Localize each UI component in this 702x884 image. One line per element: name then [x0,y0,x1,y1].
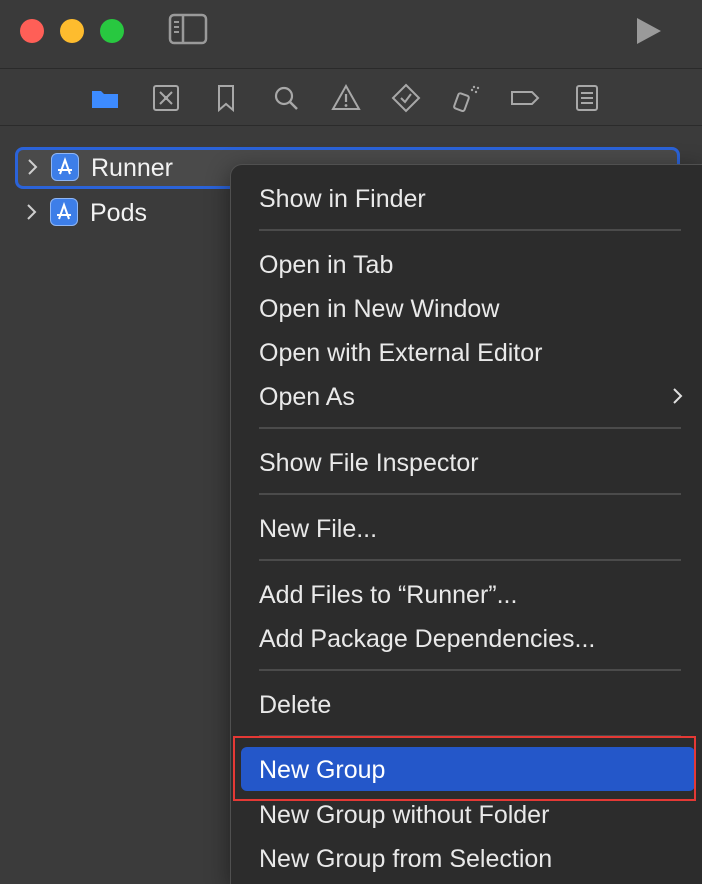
navigator-item-label: Pods [90,199,147,227]
menu-item-label: New Group from Selection [259,845,553,873]
menu-item-show-in-finder[interactable]: Show in Finder [241,178,695,218]
menu-item-show-file-inspector[interactable]: Show File Inspector [241,442,695,482]
menu-item-label: Open with External Editor [259,339,543,367]
menu-item-delete[interactable]: Delete [241,684,695,724]
breakpoint-navigator-tag-icon[interactable] [510,83,540,113]
project-navigator-folder-icon[interactable] [90,83,120,113]
menu-item-open-with-external-editor[interactable]: Open with External Editor [241,332,695,372]
menu-item-label: Add Package Dependencies... [259,625,596,653]
zoom-window-button[interactable] [100,19,124,43]
sidebar-toggle-icon[interactable] [168,13,208,45]
menu-item-label: Open in New Window [259,295,500,323]
menu-item-add-files[interactable]: Add Files to “Runner”... [241,574,695,614]
run-play-icon[interactable] [632,15,664,47]
menu-item-label: Add Files to “Runner”... [259,581,518,609]
menu-item-label: Open As [259,383,355,411]
menu-item-add-package-dependencies[interactable]: Add Package Dependencies... [241,618,695,658]
annotation-highlight-box [233,736,696,801]
menu-separator [259,493,681,495]
menu-item-label: Open in Tab [259,251,394,279]
menu-item-open-in-new-window[interactable]: Open in New Window [241,288,695,328]
window-titlebar [0,0,702,69]
test-navigator-diamond-icon[interactable] [391,83,421,113]
app-project-icon [51,153,79,181]
menu-separator [259,559,681,561]
bookmark-icon[interactable] [211,83,241,113]
menu-separator [259,669,681,671]
find-navigator-search-icon[interactable] [271,83,301,113]
navigator-selector-bar [0,69,702,126]
source-control-navigator-icon[interactable] [151,83,181,113]
menu-item-open-as[interactable]: Open As [241,376,695,416]
menu-item-new-group-from-selection[interactable]: New Group from Selection [241,838,695,878]
issue-navigator-warning-icon[interactable] [331,83,361,113]
menu-item-label: New File... [259,515,378,543]
close-window-button[interactable] [20,19,44,43]
disclosure-chevron-right-icon[interactable] [24,202,40,222]
menu-item-label: Show File Inspector [259,449,479,477]
menu-item-new-file[interactable]: New File... [241,508,695,548]
disclosure-chevron-right-icon[interactable] [25,157,41,177]
app-project-icon [50,198,78,226]
submenu-chevron-right-icon [673,388,683,404]
menu-item-label: New Group without Folder [259,801,550,829]
menu-separator [259,229,681,231]
minimize-window-button[interactable] [60,19,84,43]
menu-separator [259,427,681,429]
menu-item-label: Show in Finder [259,185,426,213]
menu-item-open-in-tab[interactable]: Open in Tab [241,244,695,284]
navigator-item-label: Runner [91,154,173,182]
report-navigator-list-icon[interactable] [572,83,602,113]
menu-item-label: Delete [259,691,332,719]
debug-navigator-spray-icon[interactable] [451,83,481,113]
